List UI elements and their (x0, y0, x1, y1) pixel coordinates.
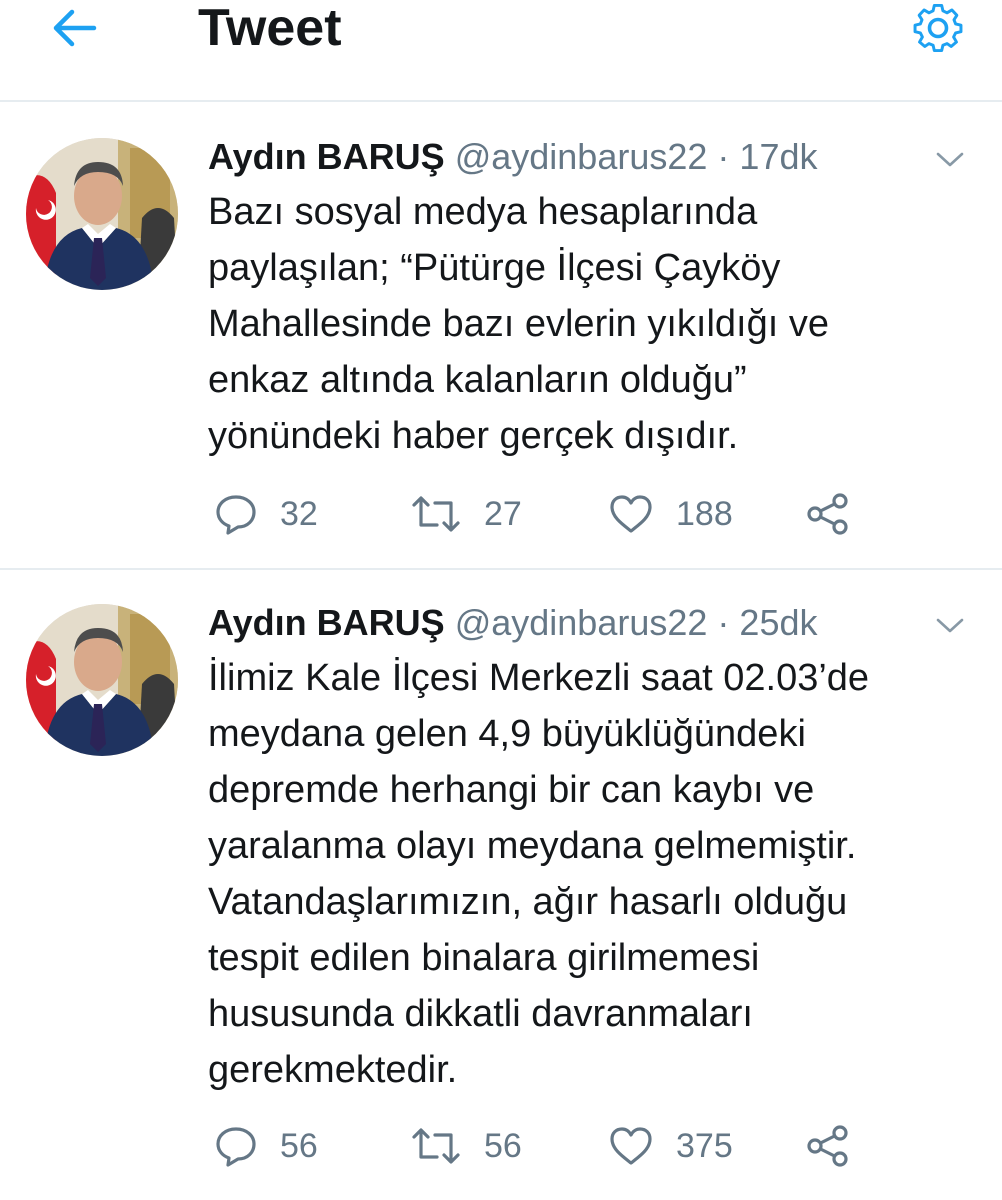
more-options-button[interactable] (930, 144, 970, 176)
author-name[interactable]: Aydın BARUŞ (208, 136, 445, 177)
profile-photo (26, 138, 178, 290)
top-bar: Tweet (0, 0, 1002, 102)
reply-count: 56 (280, 1127, 318, 1165)
tweet-time[interactable]: 25dk (739, 602, 817, 643)
retweet-icon (412, 1128, 460, 1164)
reply-icon (216, 495, 256, 535)
retweet-button[interactable]: 56 (410, 1118, 522, 1174)
heart-icon (610, 1127, 652, 1165)
share-button[interactable] (804, 1118, 852, 1174)
separator: · (717, 136, 730, 177)
share-icon (807, 493, 848, 535)
tweet-header: Aydın BARUŞ @aydinbarus22 · 17dk (208, 134, 978, 180)
back-button[interactable] (40, 0, 110, 56)
retweet-count: 27 (484, 495, 522, 533)
like-count: 375 (676, 1127, 733, 1165)
author-name[interactable]: Aydın BARUŞ (208, 602, 445, 643)
reply-count: 32 (280, 495, 318, 533)
like-button[interactable]: 375 (608, 1118, 733, 1174)
author-handle[interactable]: @aydinbarus22 (455, 136, 708, 177)
tweet-header: Aydın BARUŞ @aydinbarus22 · 25dk (208, 600, 978, 646)
heart-icon (610, 495, 652, 533)
like-button[interactable]: 188 (608, 486, 733, 542)
tweet-card[interactable]: Aydın BARUŞ @aydinbarus22 · 25dk İlimiz … (0, 570, 1002, 1200)
tweet-actions: 32 27 188 (214, 486, 974, 542)
tweet-card[interactable]: Aydın BARUŞ @aydinbarus22 · 17dk Bazı so… (0, 102, 1002, 570)
tweet-actions: 56 56 375 (214, 1118, 974, 1174)
chevron-down-icon (936, 152, 964, 167)
share-icon (807, 1125, 848, 1167)
retweet-button[interactable]: 27 (410, 486, 522, 542)
gear-icon (913, 3, 963, 53)
chevron-down-icon (936, 618, 964, 633)
reply-button[interactable]: 32 (214, 486, 318, 542)
tweet-text: İlimiz Kale İlçesi Merkezli saat 02.03’d… (208, 657, 870, 1091)
author-handle[interactable]: @aydinbarus22 (455, 602, 708, 643)
retweet-icon (412, 496, 460, 532)
avatar[interactable] (26, 604, 178, 756)
page-title: Tweet (198, 0, 342, 57)
reply-button[interactable]: 56 (214, 1118, 318, 1174)
like-count: 188 (676, 495, 733, 533)
more-options-button[interactable] (930, 610, 970, 642)
tweet-text: Bazı sosyal medya hesaplarında paylaşıla… (208, 191, 829, 457)
avatar[interactable] (26, 138, 178, 290)
retweet-count: 56 (484, 1127, 522, 1165)
separator: · (717, 602, 730, 643)
tweet-time[interactable]: 17dk (739, 136, 817, 177)
settings-button[interactable] (903, 0, 973, 56)
profile-photo (26, 604, 178, 756)
share-button[interactable] (804, 486, 852, 542)
reply-icon (216, 1127, 256, 1167)
back-arrow-icon (53, 9, 97, 47)
